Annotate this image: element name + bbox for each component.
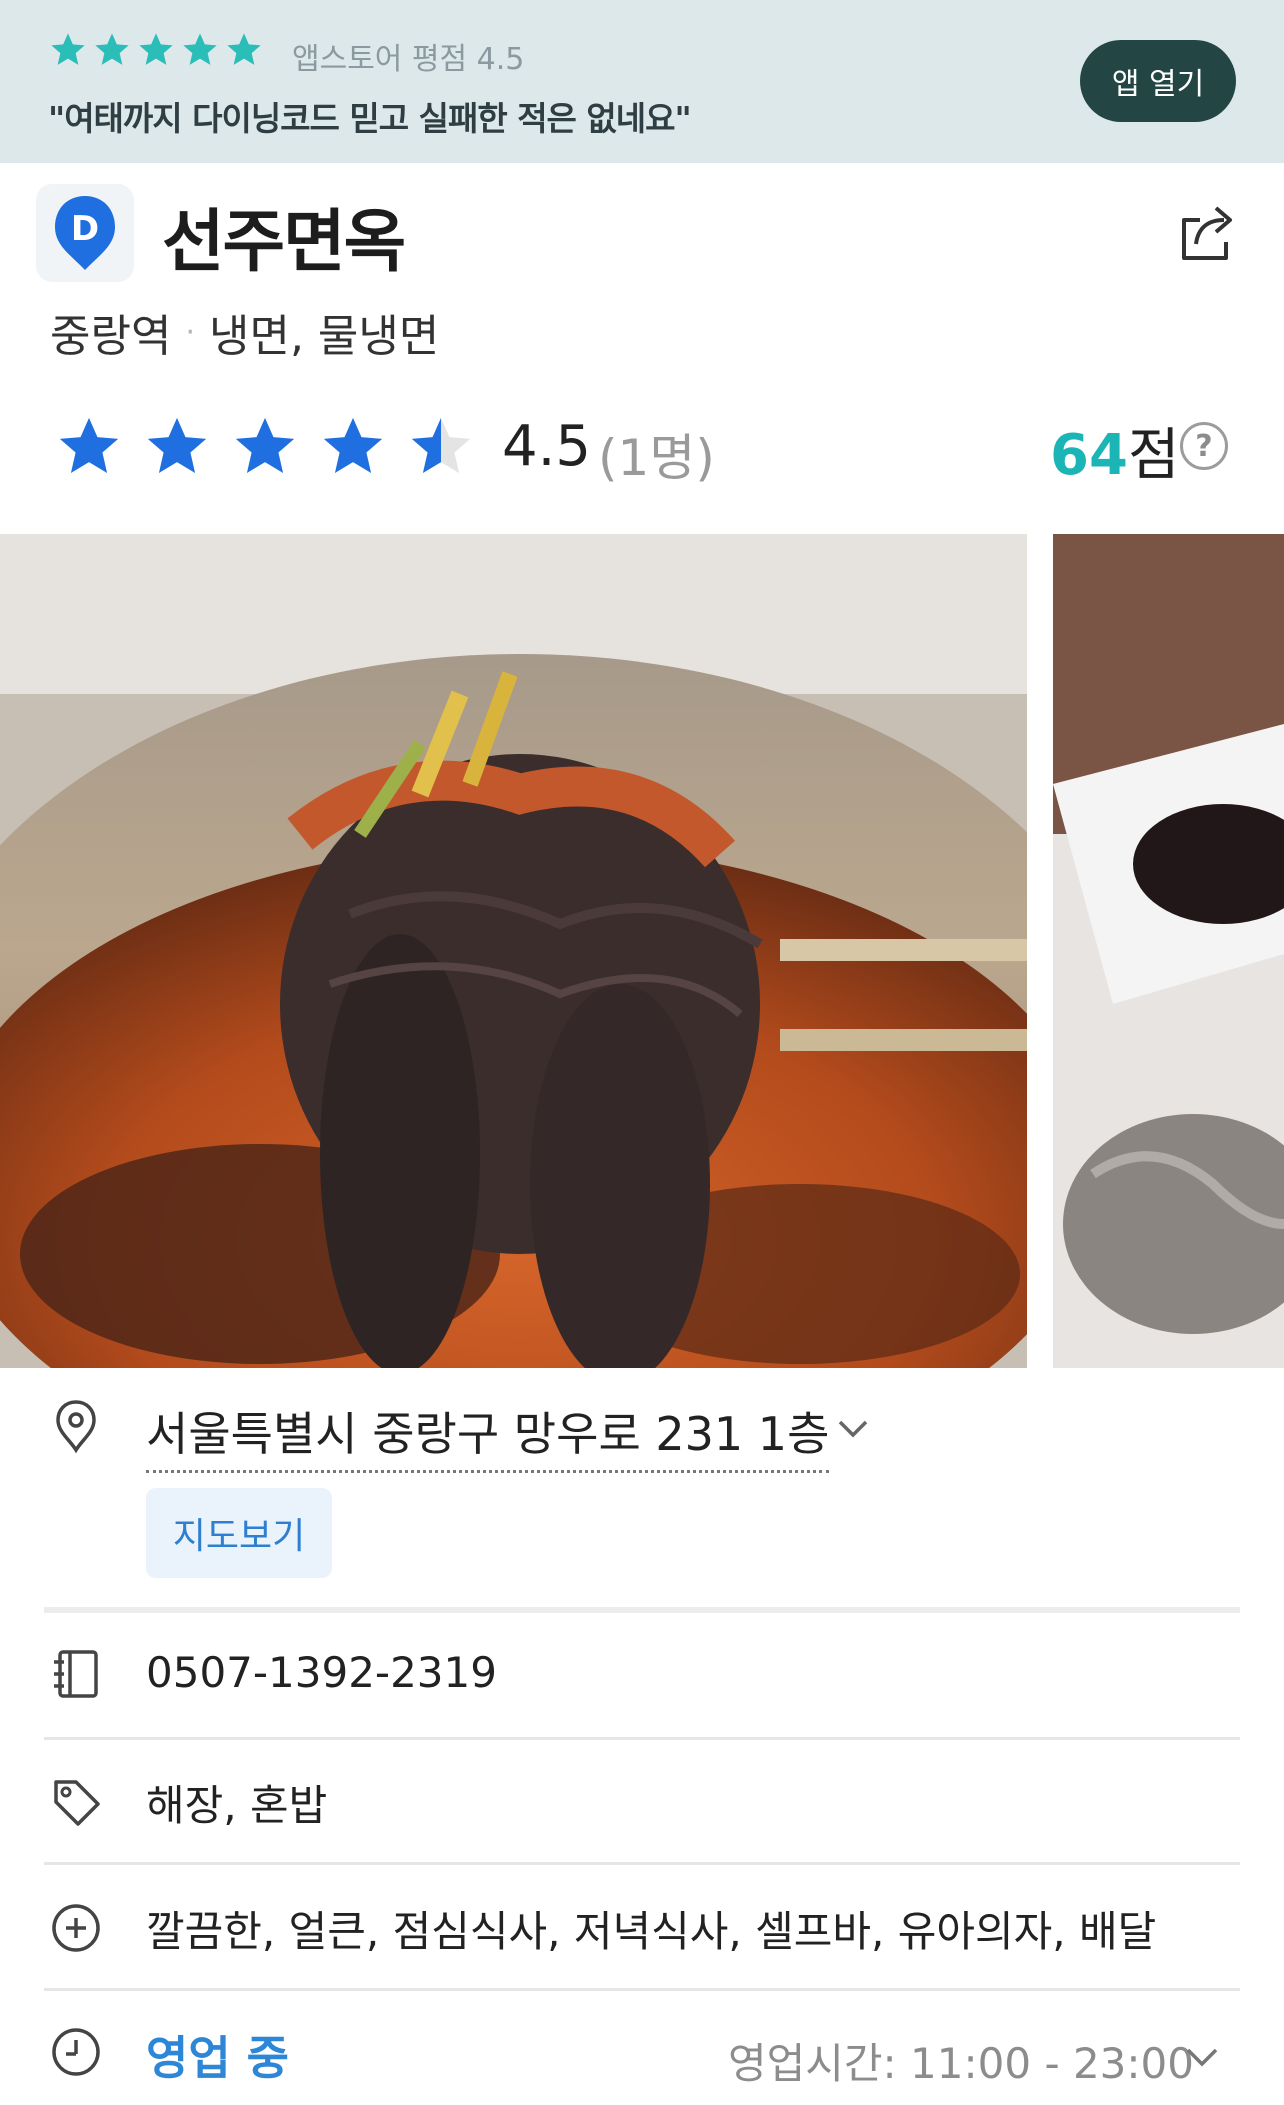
star-icon	[95, 33, 129, 65]
score-help-icon[interactable]: ?	[1180, 422, 1228, 470]
star-icon	[227, 33, 261, 65]
restaurant-subline: 중랑역 · 냉면, 물냉면	[50, 300, 439, 364]
score-unit: 점	[1127, 423, 1180, 488]
banner-review-quote: "여태까지 다이닝코드 믿고 실패한 적은 없네요"	[48, 99, 692, 138]
share-icon[interactable]	[1176, 198, 1238, 264]
diningcode-logo: D	[36, 184, 134, 282]
restaurant-name: 선주면옥	[162, 203, 406, 282]
svg-text:D: D	[71, 209, 99, 249]
app-store-rating: 앱스토어 평점 4.5	[292, 42, 525, 77]
star-icon	[59, 417, 119, 473]
separator-dot: ·	[185, 314, 195, 350]
category-label: 냉면, 물냉면	[209, 311, 440, 362]
logo-pin-icon: D	[55, 196, 115, 270]
business-hours[interactable]: 영업시간: 11:00 - 23:00	[728, 2030, 1194, 2091]
station-label: 중랑역	[50, 311, 172, 362]
star-icon	[323, 417, 383, 473]
dumpling-photo	[1053, 534, 1284, 1368]
features-text: 깔끔한, 얼큰, 점심식사, 저녁식사, 셀프바, 유아의자, 배달	[146, 1907, 1157, 1956]
half-star-icon	[411, 417, 471, 473]
divider	[44, 1737, 1240, 1740]
open-status: 영업 중	[146, 2031, 289, 2085]
location-pin-icon	[56, 1400, 96, 1454]
rating-count: (1명)	[598, 429, 715, 487]
star-icon	[147, 417, 207, 473]
tags-text: 해장, 혼밥	[146, 1781, 328, 1830]
divider	[44, 1862, 1240, 1865]
divider	[44, 1607, 1240, 1613]
star-icon	[139, 33, 173, 65]
app-install-banner: 앱스토어 평점 4.5 "여태까지 다이닝코드 믿고 실패한 적은 없네요" 앱…	[0, 0, 1284, 163]
score-number: 64	[1050, 423, 1128, 488]
restaurant-photo-side[interactable]	[1053, 534, 1284, 1368]
chevron-down-icon[interactable]	[836, 1418, 870, 1440]
open-app-button[interactable]: 앱 열기	[1080, 40, 1236, 122]
phonebook-icon	[54, 1650, 98, 1698]
chevron-down-icon[interactable]	[1184, 2046, 1220, 2068]
view-map-button[interactable]: 지도보기	[146, 1488, 332, 1578]
noodle-photo	[0, 534, 1027, 1368]
restaurant-photo-main[interactable]	[0, 534, 1027, 1368]
star-icon	[235, 417, 295, 473]
user-rating-stars	[54, 412, 476, 482]
phone-number[interactable]: 0507-1392-2319	[146, 1648, 497, 1697]
divider	[44, 1988, 1240, 1991]
banner-star-rating	[48, 30, 264, 70]
rating-value: 4.5	[502, 414, 592, 479]
clock-icon	[52, 2028, 100, 2076]
diningcode-score: 64 점	[1050, 410, 1179, 491]
star-icon	[51, 33, 85, 65]
star-icon	[183, 33, 217, 65]
address-link[interactable]: 서울특별시 중랑구 망우로 231 1층	[146, 1398, 830, 1473]
tag-icon	[54, 1780, 100, 1826]
plus-circle-icon	[52, 1904, 100, 1952]
